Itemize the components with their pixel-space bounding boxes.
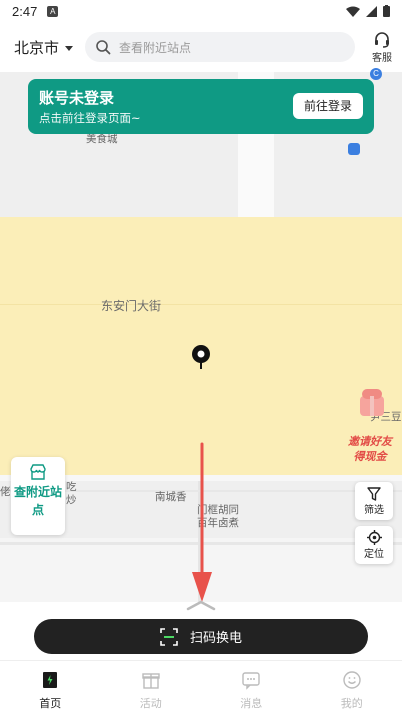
poi-badge-icon: C [370, 68, 382, 80]
map-label-left-2: 炒 [66, 494, 77, 506]
nearby-stations-label: 查附近站点 [14, 485, 63, 517]
tab-activity-label: 活动 [139, 697, 162, 710]
wifi-icon [346, 6, 360, 17]
status-icons [346, 5, 390, 17]
headset-icon [375, 31, 389, 48]
profile-icon [343, 671, 361, 689]
tab-messages[interactable]: 消息 [201, 661, 302, 716]
tab-home-label: 首页 [39, 697, 62, 710]
map-label-street: 东安门大街 [101, 299, 162, 313]
nearby-stations-button[interactable]: 查附近站点 [11, 457, 65, 535]
tab-messages-label: 消息 [240, 697, 263, 710]
red-arrow-annotation [192, 442, 212, 602]
tab-activity[interactable]: 活动 [101, 661, 202, 716]
scan-icon [160, 627, 178, 646]
signal-icon [366, 5, 377, 17]
status-time: 2:47 [12, 3, 38, 19]
message-icon [242, 672, 260, 690]
city-label: 北京市 [14, 38, 60, 57]
bottom-tab-bar: 首页 活动 消息 我的 [0, 660, 402, 716]
map-label-left-3: 佬 [0, 486, 11, 498]
customer-service-button[interactable]: 客服 [372, 31, 392, 64]
bus-stop-icon [348, 143, 360, 155]
home-icon [43, 672, 58, 688]
tab-home[interactable]: 首页 [0, 661, 101, 716]
go-login-button[interactable]: 前往登录 [292, 93, 363, 119]
invite-line-2: 得现金 [353, 450, 387, 463]
battery-icon [383, 5, 390, 17]
login-banner-subtitle: 点击前往登录页面~ [39, 111, 141, 125]
login-banner-title: 账号未登录 [39, 89, 115, 107]
header: 北京市 查看附近站点 客服 [0, 26, 402, 68]
drag-handle-icon[interactable] [186, 598, 216, 612]
search-input[interactable]: 查看附近站点 [85, 32, 356, 62]
status-bar: 2:47 A [0, 0, 402, 22]
locate-button[interactable]: 定位 [355, 526, 393, 564]
gift-icon [142, 673, 160, 689]
crosshair-icon [366, 530, 382, 545]
scan-button-label: 扫码换电 [189, 631, 242, 646]
tab-profile[interactable]: 我的 [302, 661, 402, 716]
store-icon [30, 464, 46, 480]
filter-button[interactable]: 筛选 [355, 482, 393, 520]
gift-box-icon[interactable] [357, 386, 387, 418]
map-label-south-pool: 南城香 [155, 491, 187, 503]
city-selector[interactable]: 北京市 [14, 37, 74, 58]
location-pin-icon [192, 345, 210, 369]
chevron-down-icon [65, 45, 74, 51]
search-placeholder: 查看附近站点 [119, 40, 192, 55]
search-icon [96, 40, 111, 55]
filter-icon [367, 486, 381, 501]
scan-swap-battery-button[interactable]: 扫码换电 [34, 619, 368, 654]
service-label: 客服 [372, 52, 392, 64]
invite-line-1: 邀请好友 [348, 435, 392, 448]
locate-label: 定位 [364, 549, 384, 560]
filter-label: 筛选 [364, 504, 384, 516]
invite-friends-promo[interactable]: 邀请好友 得现金 [348, 434, 392, 464]
notification-icon: A [47, 5, 59, 17]
login-banner[interactable]: 账号未登录 点击前往登录页面~ 前往登录 [28, 79, 374, 134]
app-screen: 2:47 A 北京市 查看附近站点 客服 美食城 东安门大街 南城香 门框胡同 … [0, 0, 402, 716]
tab-profile-label: 我的 [340, 697, 363, 710]
